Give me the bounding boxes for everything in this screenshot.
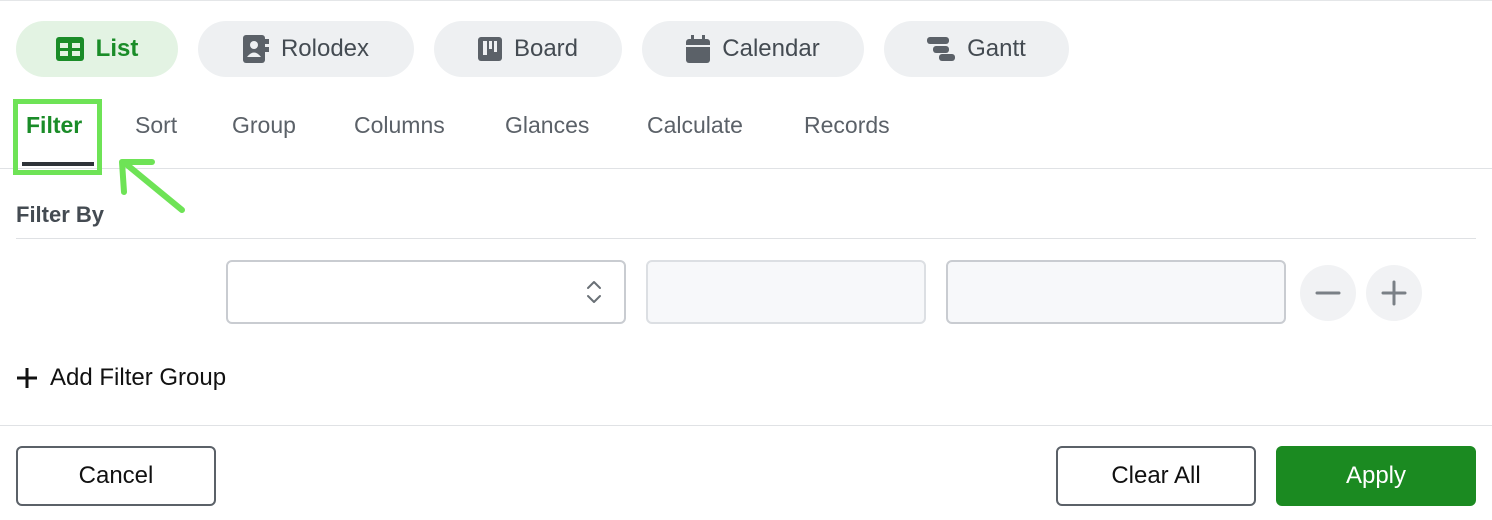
view-calendar-label: Calendar	[722, 35, 820, 62]
remove-filter-button[interactable]	[1300, 265, 1356, 321]
top-divider	[0, 0, 1492, 1]
footer-divider	[0, 425, 1492, 426]
add-filter-group-label: Add Filter Group	[50, 364, 227, 391]
clear-all-button[interactable]: Clear All	[1056, 446, 1256, 506]
kanban-board-icon	[477, 37, 502, 61]
cancel-button[interactable]: Cancel	[16, 446, 216, 506]
view-gantt-button[interactable]: Gantt	[884, 21, 1069, 77]
view-rolodex-label: Rolodex	[280, 35, 370, 62]
apply-button[interactable]: Apply	[1276, 446, 1476, 506]
view-list-button[interactable]: List	[16, 21, 178, 77]
plus-icon	[1381, 280, 1407, 306]
view-calendar-button[interactable]: Calendar	[642, 21, 864, 77]
add-filter-button[interactable]	[1366, 265, 1422, 321]
filter-by-heading: Filter By	[16, 202, 105, 227]
minus-icon	[1315, 291, 1341, 295]
tab-sort[interactable]: Sort	[135, 112, 177, 139]
view-board-button[interactable]: Board	[434, 21, 622, 77]
view-rolodex-button[interactable]: Rolodex	[198, 21, 414, 77]
view-settings-panel: List Rolodex Board Calendar Gantt Filter…	[0, 0, 1492, 520]
tab-columns[interactable]: Columns	[354, 112, 445, 139]
filter-field-select[interactable]	[226, 260, 626, 324]
tab-glances[interactable]: Glances	[505, 112, 589, 139]
calendar-icon	[686, 35, 711, 63]
table-icon	[55, 37, 84, 61]
view-gantt-label: Gantt	[967, 35, 1026, 62]
tab-calculate[interactable]: Calculate	[647, 112, 743, 139]
filter-operator-field[interactable]	[646, 260, 926, 324]
annotation-arrow-icon	[119, 159, 185, 213]
view-list-label: List	[95, 35, 139, 62]
tab-group[interactable]: Group	[232, 112, 296, 139]
view-board-label: Board	[513, 35, 579, 62]
filter-divider	[16, 238, 1476, 239]
gantt-icon	[927, 37, 956, 61]
contact-card-icon	[242, 35, 269, 63]
filter-criteria-field[interactable]	[946, 260, 1286, 324]
annotation-highlight-box	[13, 99, 102, 175]
tab-records[interactable]: Records	[804, 112, 890, 139]
settings-tabs: Filter Sort Group Columns Glances Calcul…	[0, 100, 1492, 170]
tabs-divider	[0, 168, 1492, 169]
add-filter-group-button[interactable]: Add Filter Group	[16, 364, 226, 392]
plus-icon	[17, 368, 37, 388]
view-switcher: List Rolodex Board Calendar Gantt	[16, 21, 1069, 77]
chevron-up-down-icon	[587, 281, 601, 303]
